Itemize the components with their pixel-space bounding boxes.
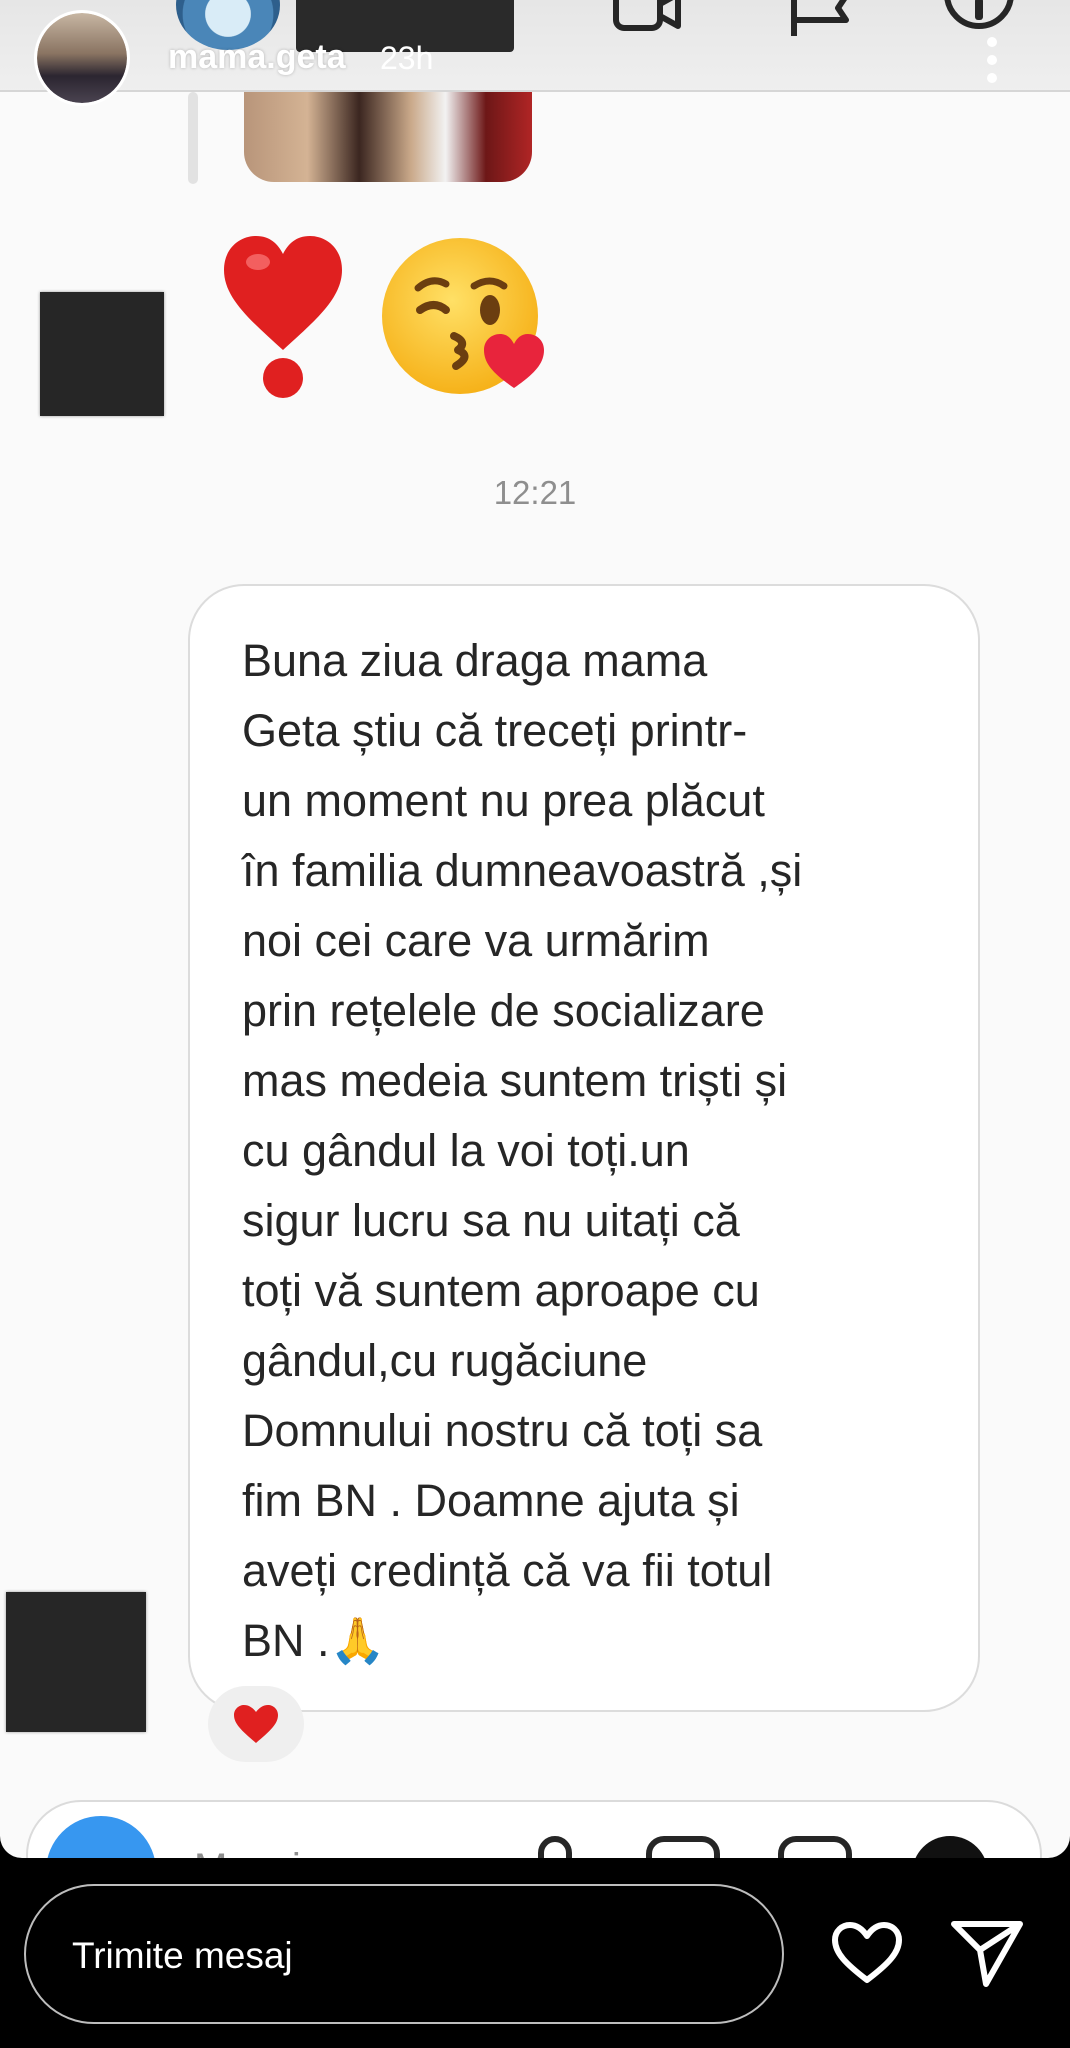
replied-story-thumbnail (244, 92, 532, 182)
story-time: 23h (380, 40, 434, 76)
redacted-sender-avatar (40, 292, 164, 416)
screenshot-dm-header (0, 0, 1070, 92)
heart-exclamation-icon (224, 236, 342, 398)
heart-reaction (208, 1686, 304, 1762)
video-call-icon (613, 0, 681, 31)
redacted-sender-avatar (6, 1592, 146, 1732)
reply-thread-line (188, 92, 198, 184)
message-text: Buna ziua draga mama Geta știu că treceț… (242, 635, 803, 1666)
story-avatar[interactable] (34, 10, 130, 106)
sticker-icon (778, 1836, 852, 1858)
send-icon[interactable] (950, 1918, 1024, 1988)
like-heart-icon[interactable] (830, 1920, 904, 1986)
flag-icon (791, 0, 849, 36)
story-username[interactable]: mama.geta (168, 38, 346, 77)
more-options-icon[interactable] (980, 36, 1004, 84)
screenshot-header-divider (0, 90, 1070, 92)
face-blowing-kiss-icon (382, 238, 544, 394)
send-message-placeholder: Trimite mesaj (72, 1935, 293, 1976)
screenshot-composer (26, 1800, 1042, 1858)
message-bubble: Buna ziua draga mama Geta știu că treceț… (188, 584, 980, 1712)
heart-icon (234, 1705, 278, 1743)
info-icon (944, 0, 1014, 29)
message-timestamp: 12:21 (493, 474, 577, 511)
composer-placeholder: Mesaj... (194, 1846, 334, 1858)
story-frame: mama.geta 23h 12:21 Buna ziua draga mama… (0, 0, 1070, 1858)
gallery-icon (646, 1836, 720, 1858)
